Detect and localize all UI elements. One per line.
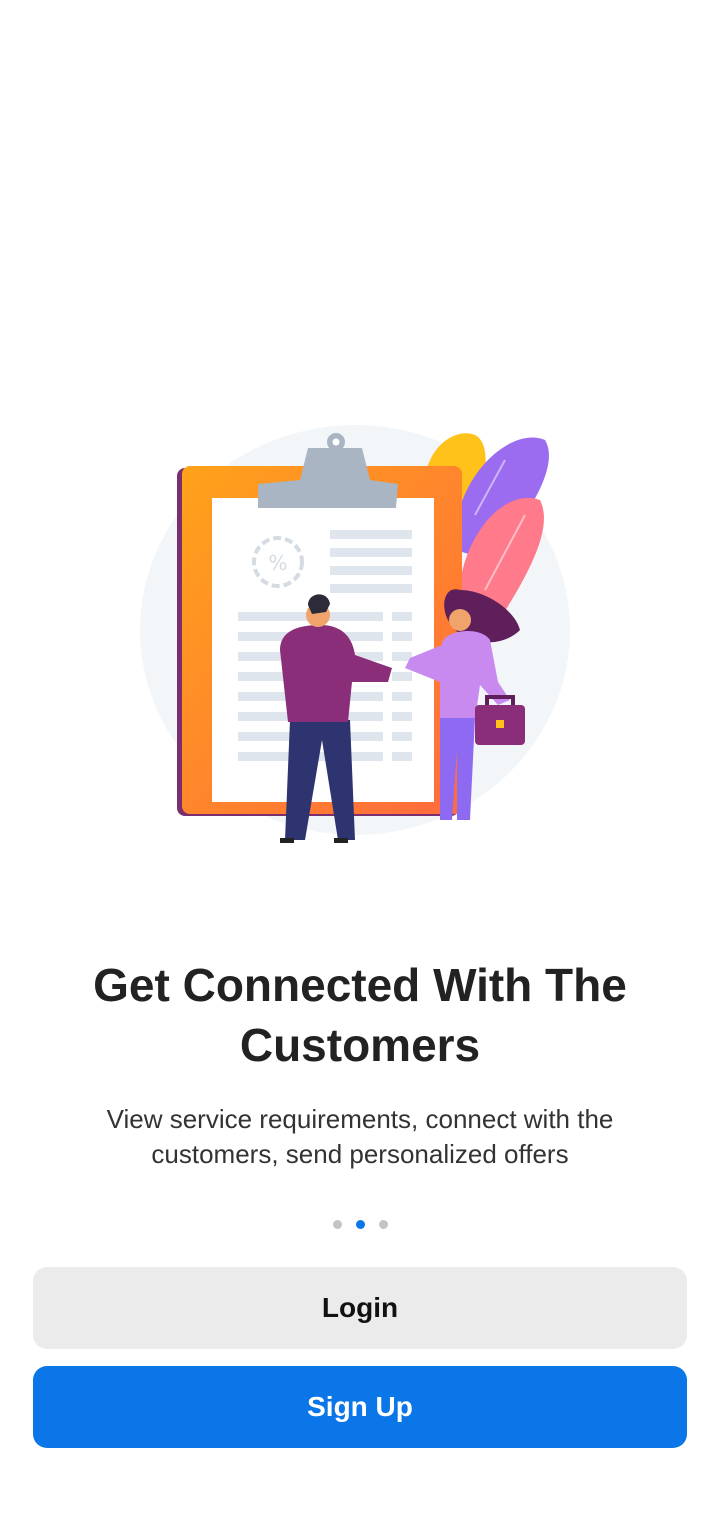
page-dot-2-active[interactable]	[355, 1220, 365, 1229]
page-dot-3[interactable]	[378, 1220, 388, 1229]
signup-button[interactable]: Sign Up	[33, 1366, 687, 1448]
login-button[interactable]: Login	[33, 1267, 687, 1349]
page-dot-1[interactable]	[332, 1220, 342, 1229]
onboarding-illustration: %	[130, 420, 590, 860]
onboarding-title: Get Connected With The Customers	[93, 959, 627, 1071]
page-indicator	[0, 1220, 720, 1229]
svg-text:%: %	[268, 551, 287, 575]
onboarding-description: View service requirements, connect with …	[106, 1104, 614, 1169]
clipboard-handshake-illustration: %	[140, 425, 570, 843]
